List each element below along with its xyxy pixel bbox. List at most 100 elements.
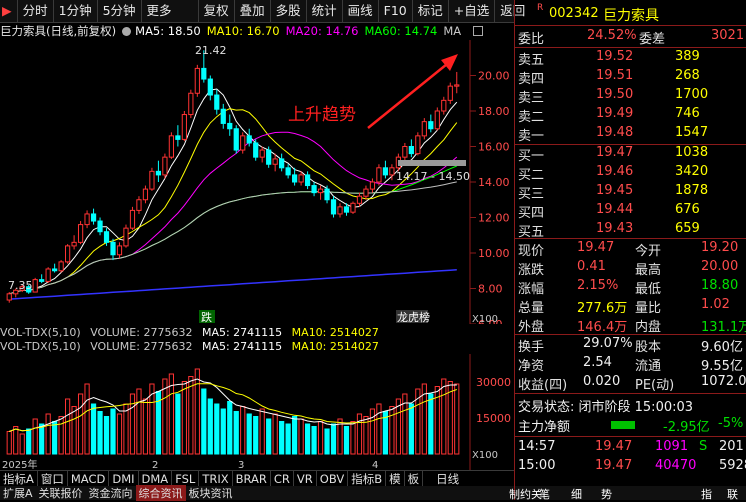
volume-bar [220, 408, 226, 455]
toolbar-restore-rights-button[interactable]: 复权 [199, 0, 235, 22]
price-tick-label: 14.00 [478, 176, 510, 189]
candle-body [155, 170, 162, 176]
candle-body [110, 241, 116, 256]
volume-bar [279, 421, 285, 455]
sell-order-row: 卖一 19.48 1547 [515, 125, 746, 144]
candle-body [415, 135, 421, 155]
stat-label: 最高 [635, 263, 662, 278]
volume-bar [441, 378, 447, 455]
toolbar-draw-line-button[interactable]: 画线 [343, 0, 379, 22]
candle-body [45, 268, 51, 282]
vol-ma10-value: MA10: 2514027 [291, 326, 379, 339]
toolbar-tab-1min[interactable]: 1分钟 [54, 0, 98, 22]
price-tick-label: 12.00 [478, 212, 510, 225]
tick-volume: 40470 [655, 458, 697, 473]
volume-bar [454, 383, 460, 455]
high-price-label: 21.42 [195, 44, 227, 57]
vol-indicator-name[interactable]: VOL-TDX(5,10) [0, 326, 81, 339]
date-label-feb: 2 [152, 460, 158, 470]
toolbar-statistics-button[interactable]: 统计 [307, 0, 343, 22]
stat-label: PE(动) [635, 378, 675, 393]
extension-tabs: 扩展A 关联报价 资金流向 综合资讯 板块资讯 [0, 485, 514, 501]
volume-bar [45, 413, 51, 455]
stat-value: 0.41 [577, 259, 606, 274]
volume-bar [253, 416, 259, 455]
candle-body [246, 135, 252, 144]
volume-bar [194, 368, 200, 455]
volume-x100-label: X100 [472, 450, 498, 461]
tab-board[interactable]: 板 [405, 471, 424, 487]
net-inflow-bar [611, 421, 635, 429]
volume-bar [162, 378, 168, 455]
tab-vr[interactable]: VR [294, 471, 317, 487]
tab-brar[interactable]: BRAR [233, 471, 271, 487]
tick-flag: S [699, 439, 708, 454]
volume-tick-30000: 30000 [476, 376, 511, 389]
tab-extension-a[interactable]: 扩展A [0, 485, 36, 501]
toolbar-overlay-button[interactable]: 叠加 [235, 0, 271, 22]
buy-order-row: 买一 19.47 1038 [515, 145, 746, 164]
order-price: 19.43 [596, 221, 634, 236]
tab-obv[interactable]: OBV [317, 471, 349, 487]
candle-body [292, 174, 298, 183]
tab-related-quote[interactable]: 关联报价 [36, 485, 86, 501]
stat-label: 流通 [635, 359, 662, 374]
order-volume: 1700 [675, 87, 709, 102]
divider [515, 47, 746, 48]
tab-template[interactable]: 模 [386, 471, 405, 487]
candle-body [77, 224, 84, 243]
divider [515, 393, 746, 394]
tab-cr[interactable]: CR [271, 471, 294, 487]
volume-bar [408, 403, 414, 455]
candle-body [350, 202, 356, 213]
quote-marker: R [537, 3, 544, 13]
trend-arrow-head-icon [441, 54, 458, 71]
ma-settings-icon[interactable] [122, 26, 132, 36]
low-price-label: 7.35 [8, 279, 33, 292]
tab-capital-flow[interactable]: 资金流向 [86, 485, 136, 501]
volume-bar [233, 411, 239, 455]
candle-body [356, 195, 363, 204]
stat-label: 最低 [635, 282, 662, 297]
net-inflow-row: 主力净额 -2.95亿 -5% [515, 416, 746, 435]
price-chart[interactable]: 20.0018.0016.0014.0012.0010.008.006.00 2… [0, 40, 514, 324]
candle-body [337, 206, 343, 215]
toolbar-tab-intraday[interactable]: 分时 [18, 0, 54, 22]
toolbar-multi-stock-button[interactable]: 多股 [271, 0, 307, 22]
candle-body [129, 209, 136, 229]
toolbar-add-watchlist-button[interactable]: +自选 [449, 0, 496, 22]
candle-body [103, 231, 110, 243]
toolbar-f10-button[interactable]: F10 [379, 0, 413, 22]
volume-bar [103, 416, 110, 455]
vol-ma5-value: MA5: 2741115 [201, 326, 283, 339]
chart-expand-icon[interactable] [473, 26, 484, 36]
stat-label: 今开 [635, 244, 662, 259]
ma5-line [9, 88, 458, 295]
candle-body [214, 94, 220, 110]
toolbar-mark-button[interactable]: 标记 [413, 0, 449, 22]
chart-stock-label: 巨力索具(日线,前复权) [0, 24, 117, 38]
volume-chart[interactable]: 30000 15000 X100 2025年 2 3 4 [0, 354, 514, 470]
toolbar-tab-5min[interactable]: 5分钟 [98, 0, 142, 22]
tab-daily[interactable]: 日线 [433, 471, 462, 487]
candle-body [240, 135, 246, 151]
volume-bar [110, 408, 116, 455]
order-level-label: 买三 [518, 187, 545, 202]
volume-bar [97, 411, 103, 455]
tab-sector-news[interactable]: 板块资讯 [186, 485, 236, 501]
tab-indicator-b[interactable]: 指标B [348, 471, 387, 487]
order-volume: 1547 [675, 125, 709, 140]
order-price: 19.52 [596, 49, 634, 64]
candle-body [343, 206, 350, 213]
vol-indicator-name[interactable]: VOL-TDX(5,10) [0, 340, 81, 353]
tab-news[interactable]: 综合资讯 [135, 485, 186, 501]
quote-stat-row: 总量 277.6万 量比 1.02 [515, 297, 746, 316]
ma-lines [9, 88, 458, 300]
candle-body [408, 146, 414, 155]
stat-value: 1.02 [701, 297, 730, 312]
more-arrow-icon[interactable]: ▶ [0, 0, 18, 22]
order-volume: 676 [675, 202, 700, 217]
stat-value: 9.60亿 [701, 340, 743, 355]
candle-body [65, 245, 71, 263]
toolbar-tab-more[interactable]: 更多 [142, 0, 199, 22]
